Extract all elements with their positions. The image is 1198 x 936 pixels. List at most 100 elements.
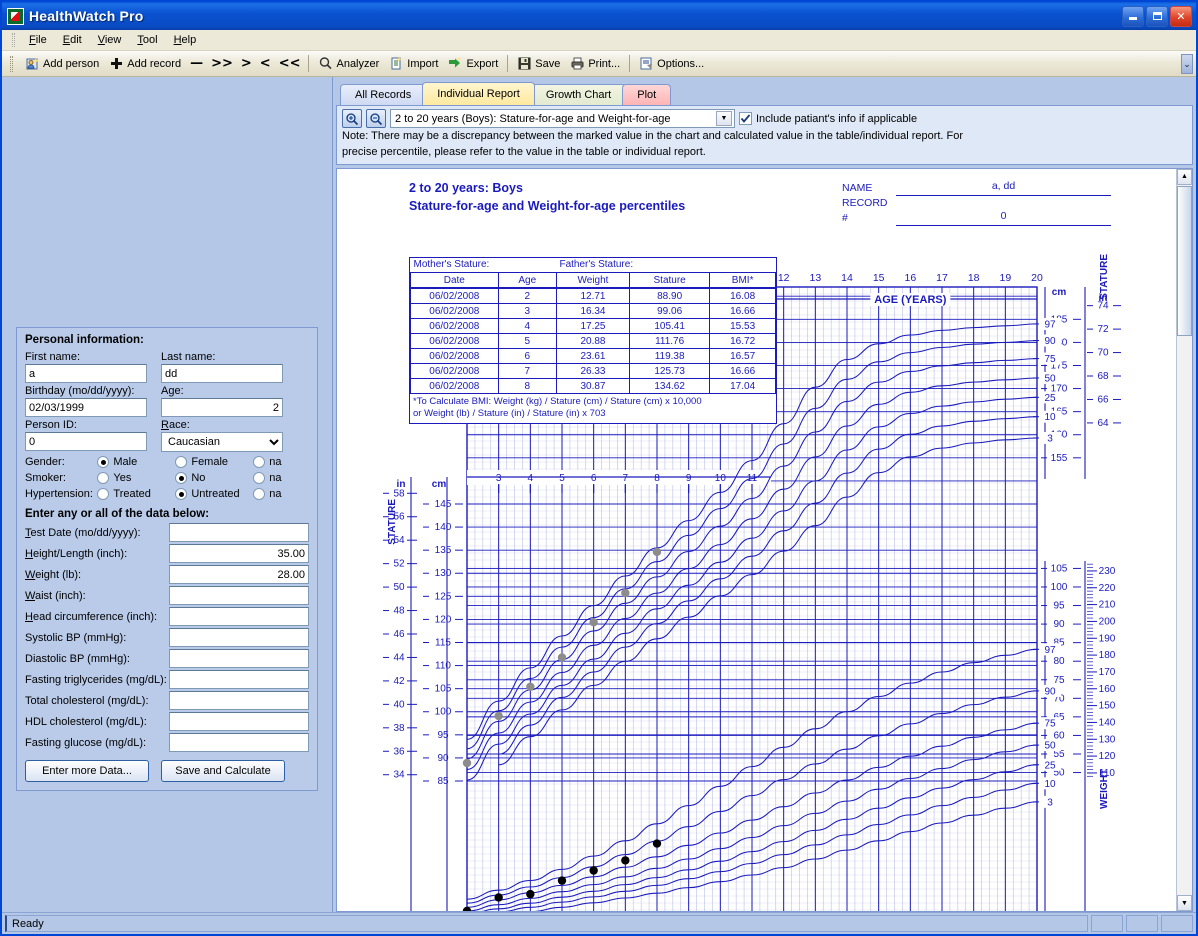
smoker-yes-label: Yes [113, 472, 132, 484]
toolbar-separator-3 [629, 55, 631, 72]
tab-individual-report[interactable]: Individual Report [422, 82, 535, 105]
svg-text:9: 9 [686, 473, 692, 484]
data-field-input[interactable] [169, 607, 309, 626]
application-window: HealthWatch Pro ✕ File Edit View Tool He… [0, 0, 1198, 936]
include-info-checkbox[interactable] [739, 112, 752, 125]
menu-item-file[interactable]: File [21, 32, 55, 48]
person-id-input[interactable] [25, 432, 147, 451]
birthday-input[interactable] [25, 398, 147, 417]
svg-text:17: 17 [936, 272, 948, 284]
data-field-row: Diastolic BP (mmHg): [25, 649, 309, 668]
zoom-in-icon[interactable] [342, 109, 362, 128]
smoker-no-option[interactable]: No [175, 472, 253, 484]
remove-record-button[interactable]: — [186, 56, 207, 71]
zoom-out-icon[interactable] [366, 109, 386, 128]
data-field-input[interactable] [169, 628, 309, 647]
data-field-label: Height/Length (inch): [25, 547, 128, 560]
enter-more-data-button[interactable]: Enter more Data... [25, 760, 149, 782]
menu-item-help[interactable]: Help [166, 32, 205, 48]
table-cell: 99.06 [628, 303, 711, 319]
gender-na-option[interactable]: na [253, 456, 309, 468]
race-select[interactable]: Caucasian [161, 432, 283, 452]
smoker-no-radio[interactable] [175, 472, 188, 484]
data-field-input[interactable] [169, 691, 309, 710]
first-record-button[interactable]: << [275, 56, 305, 71]
smoker-yes-radio[interactable] [97, 472, 110, 484]
add-record-button[interactable]: Add record [104, 54, 186, 73]
data-field-input[interactable] [169, 733, 309, 752]
svg-text:3: 3 [1047, 433, 1053, 444]
svg-text:48: 48 [393, 605, 405, 616]
export-button[interactable]: Export [443, 54, 503, 73]
chart-vertical-scrollbar[interactable]: ▲ ▼ [1176, 168, 1192, 911]
smoker-na-option[interactable]: na [253, 472, 309, 484]
gender-female-option[interactable]: Female [175, 456, 253, 468]
tab-all-records[interactable]: All Records [340, 84, 427, 105]
data-field-input[interactable] [169, 712, 309, 731]
hypertension-na-option[interactable]: na [253, 488, 309, 500]
data-field-input[interactable] [169, 649, 309, 668]
menu-item-edit[interactable]: Edit [55, 32, 90, 48]
gender-female-radio[interactable] [175, 456, 188, 468]
data-field-input[interactable] [169, 523, 309, 542]
tab-plot[interactable]: Plot [622, 84, 672, 105]
gender-male-option[interactable]: Male [97, 456, 175, 468]
next-record-button[interactable]: > [237, 56, 256, 71]
add-person-button[interactable]: Add person [20, 54, 104, 73]
chevron-down-icon[interactable]: ▼ [716, 111, 732, 126]
scroll-thumb[interactable] [1177, 185, 1192, 336]
export-label: Export [466, 57, 499, 70]
smoker-yes-option[interactable]: Yes [97, 472, 175, 484]
age-group: Age: [161, 383, 285, 417]
chart-type-select[interactable]: 2 to 20 years (Boys): Stature-for-age an… [390, 109, 735, 128]
age-input[interactable] [161, 398, 283, 417]
save-button[interactable]: Save [512, 54, 565, 73]
gender-na-radio[interactable] [253, 456, 266, 468]
scroll-up-button[interactable]: ▲ [1177, 168, 1192, 185]
close-icon[interactable]: ✕ [1170, 5, 1192, 27]
maximize-button[interactable] [1146, 5, 1168, 27]
smoker-na-radio[interactable] [253, 472, 266, 484]
data-field-row: Fasting triglycerides (mg/dL): [25, 670, 309, 689]
data-field-input[interactable] [169, 544, 309, 563]
gender-male-label: Male [113, 456, 138, 468]
table-cell: 12.71 [555, 288, 630, 304]
menu-item-view[interactable]: View [90, 32, 130, 48]
hypertension-untreated-radio[interactable] [175, 488, 188, 500]
prev-record-button[interactable]: < [256, 56, 275, 71]
options-button[interactable]: Options... [634, 54, 709, 73]
save-and-calculate-button[interactable]: Save and Calculate [161, 760, 285, 782]
svg-text:130: 130 [1099, 734, 1116, 745]
analyzer-button[interactable]: Analyzer [313, 54, 384, 73]
toolbar-grip[interactable] [10, 55, 13, 72]
data-field-input[interactable] [169, 586, 309, 605]
first-name-input[interactable] [25, 364, 147, 383]
last-record-button[interactable]: >> [207, 56, 237, 71]
data-field-input[interactable] [169, 670, 309, 689]
data-field-input[interactable] [169, 565, 309, 584]
growth-chart-viewport[interactable]: 2 to 20 years: Boys Stature-for-age and … [337, 168, 1176, 911]
person-id-label: Person ID: [25, 419, 77, 431]
svg-text:90: 90 [1044, 336, 1056, 347]
svg-text:90: 90 [437, 752, 449, 763]
svg-text:38: 38 [393, 722, 405, 733]
last-name-input[interactable] [161, 364, 283, 383]
tab-growth-chart[interactable]: Growth Chart [530, 84, 627, 105]
hypertension-treated-radio[interactable] [97, 488, 110, 500]
hypertension-treated-option[interactable]: Treated [97, 488, 175, 500]
toolbar-overflow-button[interactable]: ⌄ [1181, 54, 1193, 74]
menu-item-tool[interactable]: Tool [129, 32, 165, 48]
print-button[interactable]: Print... [565, 54, 625, 73]
table-cell: 134.62 [628, 378, 711, 394]
right-panel: All Records Individual Report Growth Cha… [332, 77, 1196, 912]
gender-male-radio[interactable] [97, 456, 110, 468]
table-cell: 3 [497, 303, 557, 319]
scroll-track[interactable] [1177, 337, 1192, 896]
minimize-button[interactable] [1122, 5, 1144, 27]
scroll-down-button[interactable]: ▼ [1177, 895, 1192, 911]
hypertension-na-radio[interactable] [253, 488, 266, 500]
menu-grip[interactable] [12, 33, 15, 47]
import-button[interactable]: Import [384, 54, 443, 73]
table-cell: 16.08 [709, 288, 776, 304]
hypertension-untreated-option[interactable]: Untreated [175, 488, 253, 500]
